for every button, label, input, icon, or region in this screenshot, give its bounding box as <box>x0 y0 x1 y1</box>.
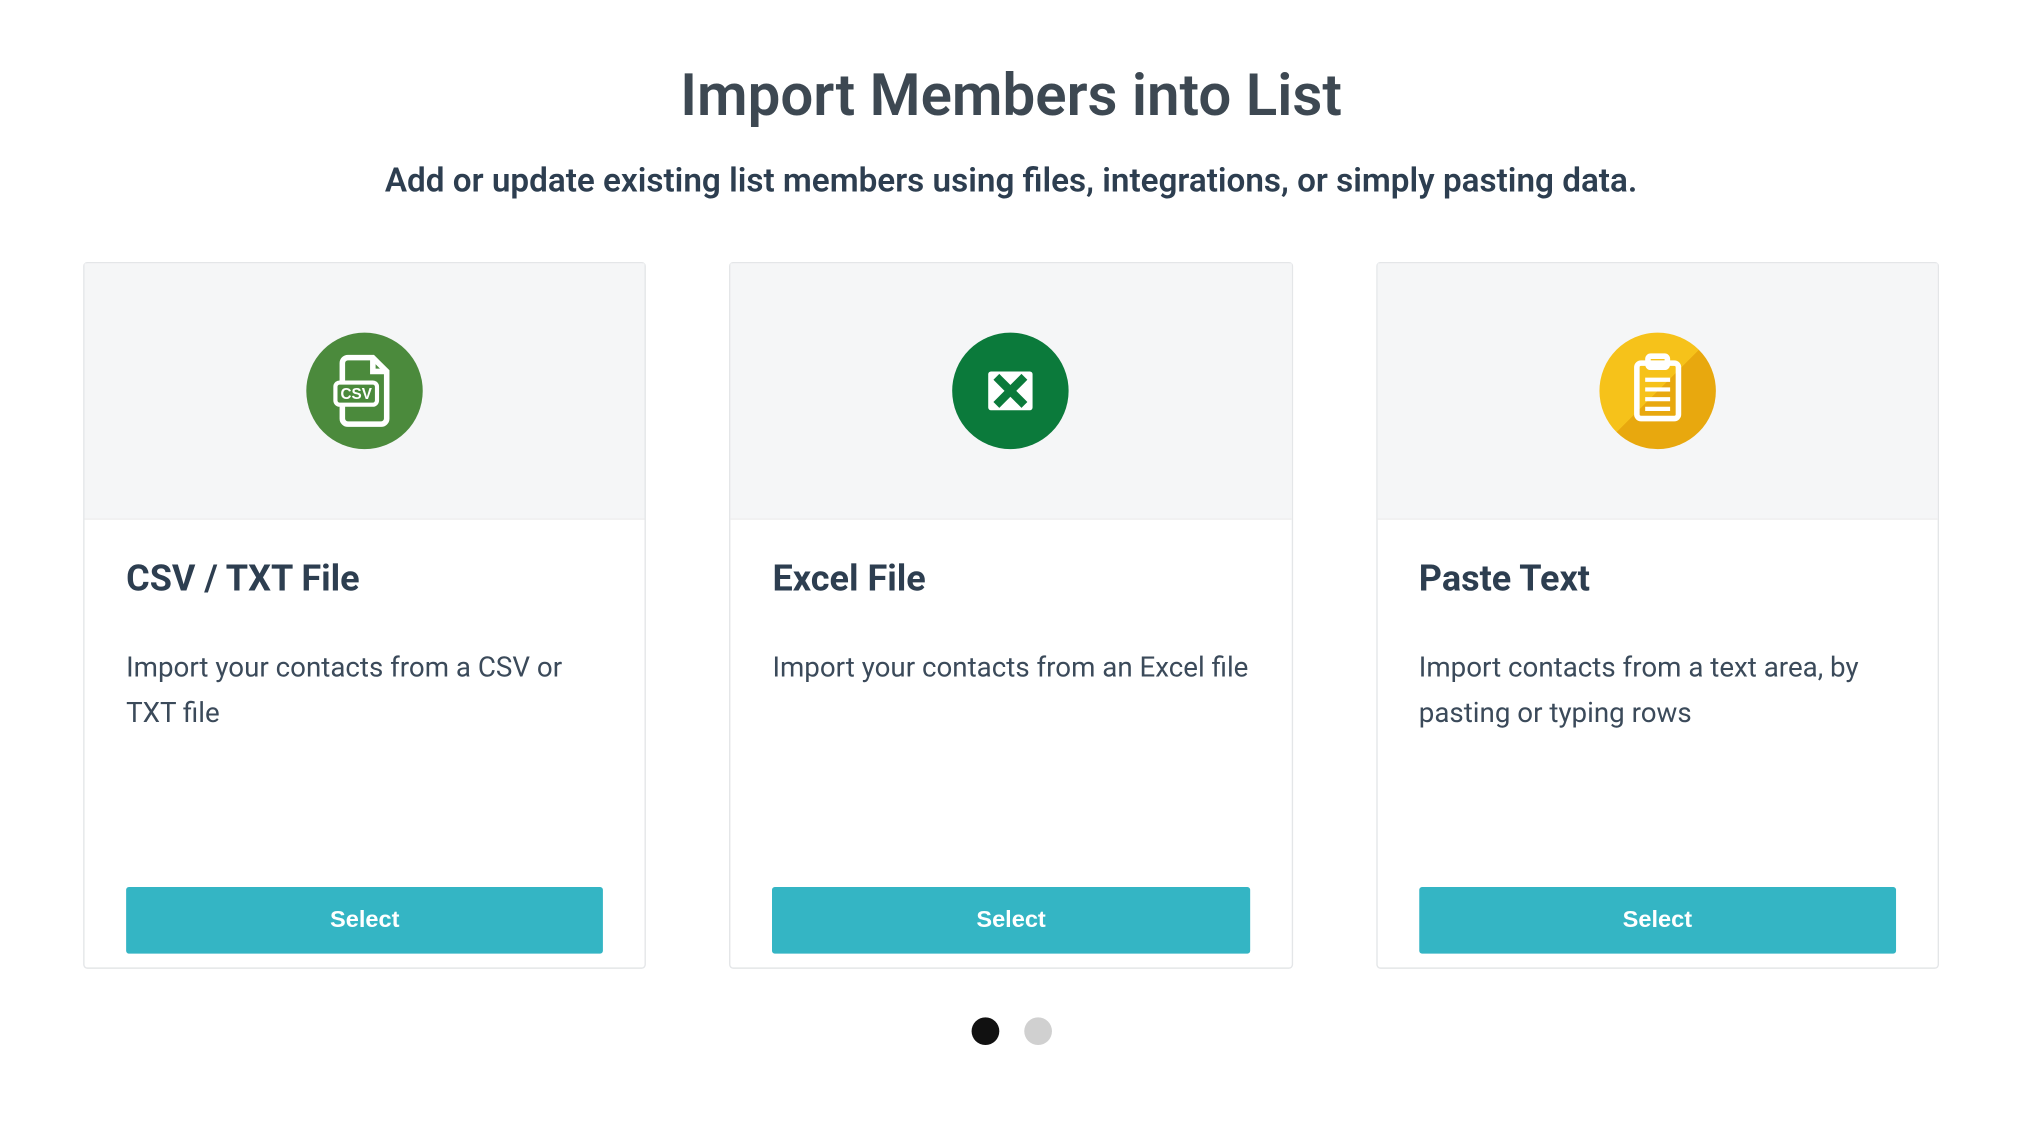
card-icon-area: CSV <box>85 263 645 519</box>
import-method-cards: CSV CSV / TXT File Import your contacts … <box>83 262 1939 969</box>
card-body: Paste Text Import contacts from a text a… <box>1377 520 1937 968</box>
pager-dot-1[interactable] <box>971 1017 999 1045</box>
select-paste-button[interactable]: Select <box>1419 887 1896 954</box>
page-subtitle: Add or update existing list members usin… <box>83 161 1939 200</box>
card-body: CSV / TXT File Import your contacts from… <box>85 520 645 968</box>
card-description: Import your contacts from a CSV or TXT f… <box>126 644 603 859</box>
card-title: Excel File <box>772 559 1249 601</box>
card-description: Import contacts from a text area, by pas… <box>1419 644 1896 859</box>
card-title: CSV / TXT File <box>126 559 603 601</box>
excel-file-icon <box>953 333 1069 449</box>
card-body: Excel File Import your contacts from an … <box>731 520 1291 968</box>
card-icon-area <box>731 263 1291 519</box>
clipboard-icon <box>1599 333 1715 449</box>
carousel-pager <box>83 1017 1939 1045</box>
card-title: Paste Text <box>1419 559 1896 601</box>
select-csv-button[interactable]: Select <box>126 887 603 954</box>
pager-dot-2[interactable] <box>1024 1017 1052 1045</box>
csv-file-icon: CSV <box>307 333 423 449</box>
svg-text:CSV: CSV <box>341 386 373 403</box>
page-title: Import Members into List <box>83 62 1939 130</box>
select-excel-button[interactable]: Select <box>772 887 1249 954</box>
card-description: Import your contacts from an Excel file <box>772 644 1249 859</box>
import-card-csv: CSV CSV / TXT File Import your contacts … <box>83 262 646 969</box>
import-card-paste: Paste Text Import contacts from a text a… <box>1376 262 1939 969</box>
import-card-excel: Excel File Import your contacts from an … <box>729 262 1292 969</box>
card-icon-area <box>1377 263 1937 519</box>
import-members-page: Import Members into List Add or update e… <box>0 0 2022 1100</box>
